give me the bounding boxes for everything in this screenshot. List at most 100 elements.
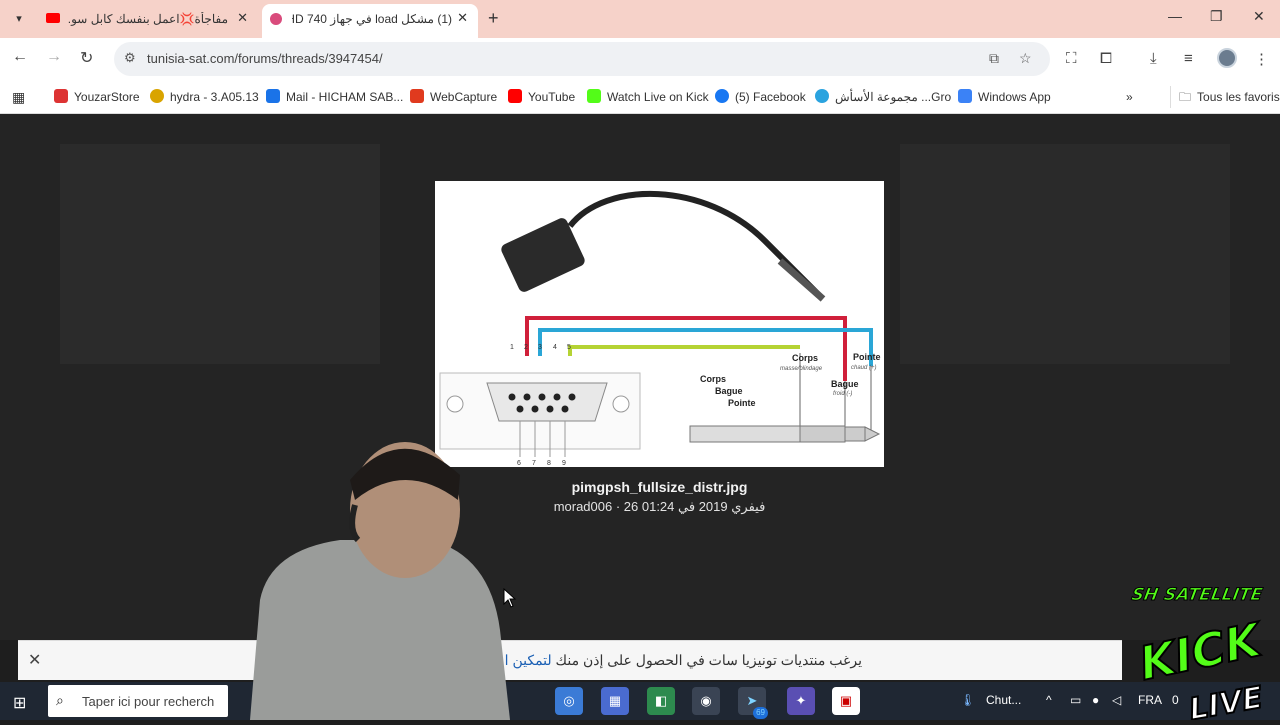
back-icon[interactable]: ←: [12, 48, 28, 66]
telegram-taskbar-icon[interactable]: ➤ 69: [738, 687, 768, 719]
db9-shell: [486, 382, 608, 422]
calculator-icon[interactable]: ▦: [601, 687, 629, 715]
pin-label: 2: [524, 344, 528, 351]
tab-title: (1) مشكل load في جهاز HD 740: [292, 12, 452, 26]
close-tab-icon[interactable]: ✕: [457, 10, 468, 26]
new-tab-icon[interactable]: +: [488, 8, 499, 29]
live-text: LIVE: [1187, 680, 1266, 720]
mouse-cursor-icon: [503, 587, 517, 613]
bookmark-kick[interactable]: Watch Live on Kick: [587, 86, 709, 108]
cable-diagram-svg: 1 2 3 4 5 6 7 8 9 Corps Pointe Bague Cor…: [439, 191, 881, 467]
forward-icon[interactable]: →: [46, 48, 62, 66]
background-content: [60, 144, 380, 364]
chevron-up-icon[interactable]: ^: [1046, 693, 1052, 707]
media-controls-icon[interactable]: ≡: [1184, 50, 1193, 67]
screenshot-icon[interactable]: ⛶: [1066, 50, 1077, 67]
app-icon[interactable]: ◎: [555, 687, 583, 715]
bookmark-mail[interactable]: Mail - HICHAM SAB...: [266, 86, 403, 108]
notification-message: يرغب منتديات تونيزيا سات في الحصول على إ…: [551, 652, 862, 668]
permission-notification-bar: ✕ يرغب منتديات تونيزيا سات في الحصول على…: [18, 640, 1122, 680]
close-tab-icon[interactable]: ✕: [237, 10, 248, 26]
bookmark-star-icon[interactable]: ☆: [1019, 50, 1032, 67]
tab-search-chevron-icon[interactable]: ▾: [8, 8, 30, 30]
search-icon: ⌕: [56, 692, 64, 708]
kick-icon: [587, 89, 601, 103]
youtube-icon: [508, 89, 522, 103]
forum-favicon-icon: [270, 13, 282, 25]
db9-screw-right: [612, 395, 630, 413]
search-placeholder: Taper ici pour recherch: [82, 694, 215, 709]
telegram-icon: [815, 89, 829, 103]
cable-wire-photo: [567, 191, 823, 299]
youzarstore-icon: [54, 89, 68, 103]
bookmark-webcapture[interactable]: WebCapture: [410, 86, 497, 108]
corps-sublabel: masse/blindage: [780, 366, 823, 372]
folder-icon: 🗀: [1179, 90, 1192, 104]
youtube-icon: [46, 13, 60, 23]
app-icon[interactable]: ◧: [647, 687, 675, 715]
site-info-icon[interactable]: ⚙: [124, 50, 136, 66]
app-icon[interactable]: ▣: [832, 687, 860, 715]
install-app-icon[interactable]: ⧉: [989, 50, 999, 67]
pin-label: 1: [510, 344, 514, 351]
url-text[interactable]: tunisia-sat.com/forums/threads/3947454/: [147, 51, 383, 66]
profile-avatar[interactable]: [1217, 48, 1237, 68]
bookmark-hydra[interactable]: hydra - 3.A05.13: [150, 86, 259, 108]
restore-icon[interactable]: ❐: [1210, 8, 1223, 25]
bookmark-label: (5) Facebook: [735, 90, 806, 104]
hydra-icon: [150, 89, 164, 103]
windows-start-icon[interactable]: ⊞: [13, 693, 26, 713]
bookmark-youtube[interactable]: YouTube: [508, 86, 575, 108]
minimize-icon[interactable]: —: [1168, 8, 1182, 24]
windows-taskbar: ⊞ ⌕ Taper ici pour recherch ◎ ▦ ◧ ◉ ➤ 69 …: [0, 682, 1280, 720]
jack-body: [689, 425, 801, 443]
bookmark-facebook[interactable]: (5) Facebook: [715, 86, 806, 108]
close-notification-icon[interactable]: ✕: [28, 650, 41, 670]
pointe-label: Pointe: [853, 352, 881, 362]
bookmark-windows-app[interactable]: Windows App: [958, 86, 1051, 108]
bookmarks-bar: ▦ YouzarStore hydra - 3.A05.13 Mail - HI…: [0, 80, 1280, 114]
background-content: [900, 144, 1230, 364]
image-lightbox[interactable]: 1 2 3 4 5 6 7 8 9 Corps Pointe Bague Cor…: [0, 114, 1280, 640]
db9-connector-photo: [501, 218, 585, 292]
webcapture-icon: [410, 89, 424, 103]
bague-sublabel: froid (-): [833, 391, 852, 397]
taskbar-search-box[interactable]: ⌕ Taper ici pour recherch: [48, 685, 228, 717]
address-bar[interactable]: ⚙ tunisia-sat.com/forums/threads/3947454…: [114, 42, 1050, 76]
app-icon[interactable]: ✦: [787, 687, 815, 715]
jack-corps-label: Corps: [700, 374, 726, 384]
tab-forum-active[interactable]: (1) مشكل load في جهاز HD 740 ✕: [262, 4, 478, 38]
sh-satellite-text: SH SATELLITE: [1130, 585, 1264, 605]
microphone-icon[interactable]: ●: [1092, 693, 1099, 707]
bookmark-telegram-group[interactable]: مجموعة الأسأش ...Gro: [815, 86, 951, 108]
bookmark-youzarstore[interactable]: YouzarStore: [54, 86, 140, 108]
extensions-icon[interactable]: ⧠: [1100, 50, 1112, 67]
weather-icon[interactable]: 🌡: [960, 693, 975, 707]
bookmark-label: hydra - 3.A05.13: [170, 90, 259, 104]
network-icon[interactable]: ▭: [1070, 693, 1081, 707]
pin-label: 3: [538, 344, 542, 351]
telegram-badge: 69: [753, 707, 768, 719]
pin-label: 5: [567, 344, 571, 351]
db9-screw-left: [446, 395, 464, 413]
more-bookmarks-icon[interactable]: »: [1126, 86, 1133, 108]
menu-kebab-icon[interactable]: ⋮: [1254, 50, 1269, 68]
windows-app-icon: [958, 89, 972, 103]
all-bookmarks-folder[interactable]: 🗀 Tous les favoris: [1170, 86, 1280, 108]
tab-video[interactable]: مفاجأة💢اعمل بنفسك كابل سو... ✕: [38, 4, 258, 38]
bookmark-label: Watch Live on Kick: [607, 90, 709, 104]
jack-tip: [864, 426, 881, 442]
weather-text[interactable]: Chut...: [986, 693, 1021, 707]
notification-text: يرغب منتديات تونيزيا سات في الحصول على إ…: [505, 652, 862, 669]
close-window-icon[interactable]: ✕: [1253, 8, 1265, 25]
apps-grid-icon[interactable]: ▦: [12, 86, 25, 108]
cable-diagram-image[interactable]: 1 2 3 4 5 6 7 8 9 Corps Pointe Bague Cor…: [435, 181, 884, 467]
kick-live-logo: SH SATELLITE KICK LIVE: [1118, 548, 1280, 725]
pin-label: 8: [547, 460, 551, 467]
outlook-icon: [266, 89, 280, 103]
download-icon[interactable]: ⤓: [1150, 50, 1157, 67]
chrome-taskbar-icon[interactable]: ◉: [692, 687, 720, 715]
reload-icon[interactable]: ↻: [80, 48, 93, 68]
jack-bague-label: Bague: [715, 386, 743, 396]
jack-ring: [844, 426, 866, 442]
